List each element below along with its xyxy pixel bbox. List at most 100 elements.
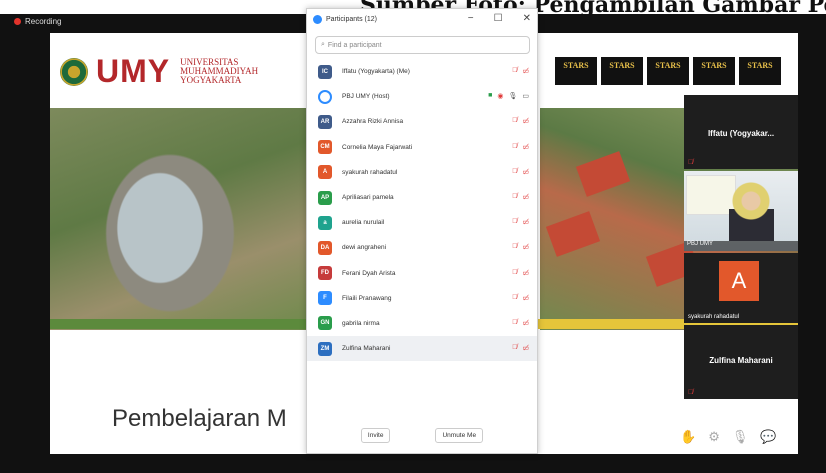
avatar: AP [318, 190, 332, 205]
video-off-icon: ▭̸ [522, 118, 529, 126]
video-off-icon: ▭̸ [522, 345, 529, 353]
star-badge: STARS [555, 57, 597, 85]
camera-feed [684, 171, 798, 251]
avatar [318, 89, 332, 104]
mic-muted-icon: 🎙̸ [512, 243, 518, 251]
video-tile-host[interactable]: PBJ UMY [684, 171, 798, 251]
video-tile-participant[interactable]: A syakurah rahadatul [684, 253, 798, 323]
avatar: IC [318, 64, 332, 79]
participant-row[interactable]: CM Cornelia Maya Fajarwati 🎙̸ ▭̸ [307, 135, 537, 160]
video-off-icon: ▭̸ [522, 219, 529, 227]
minimize-button[interactable]: − [468, 13, 474, 24]
avatar: A [719, 261, 759, 301]
video-off-icon: ▭̸ [522, 269, 529, 277]
panel-title: Participants (12) [313, 15, 377, 24]
video-off-icon: ▭̸ [522, 68, 529, 75]
seal-icon [60, 57, 88, 86]
participant-status: 🎙̸ ▭̸ [512, 243, 529, 251]
participants-panel: Participants (12) − ☐ ✕ ⌕ Find a partici… [306, 8, 538, 454]
video-off-icon: ▭̸ [522, 319, 529, 327]
gear-icon[interactable]: ⚙ [708, 429, 720, 445]
participant-name: Iffatu (Yogyakarta) (Me) [342, 68, 410, 76]
participant-row[interactable]: a aurelia nurulail 🎙̸ ▭̸ [307, 210, 537, 235]
maximize-button[interactable]: ☐ [494, 13, 503, 24]
participant-name: aurelia nurulail [342, 219, 385, 227]
participant-row[interactable]: GN gabrila nirma 🎙̸ ▭̸ [307, 311, 537, 336]
avatar: FD [318, 266, 332, 281]
star-badge: STARS [739, 57, 781, 85]
video-off-icon: ▭̸ [522, 244, 529, 252]
star-badge: STARS [601, 57, 643, 85]
presenter-figure [729, 181, 774, 241]
participant-row[interactable]: AP Apriliasari pamela 🎙̸ ▭̸ [307, 185, 537, 210]
participant-status: 🎙̸ ▭̸ [512, 193, 529, 201]
mic-muted-icon: 🎙̸ [688, 159, 694, 166]
share-icon: ■ [488, 92, 493, 100]
participant-name: Apriliasari pamela [342, 194, 394, 202]
mic-muted-icon: 🎙̸ [512, 142, 518, 150]
search-input[interactable]: ⌕ Find a participant [315, 36, 530, 54]
participant-name: Zulfina Maharani [342, 345, 391, 353]
participant-name: PBJ UMY (Host) [342, 93, 390, 101]
invite-button[interactable]: Invite [360, 428, 391, 443]
roof-shape [575, 151, 631, 197]
recording-label: Recording [25, 17, 62, 26]
avatar: CM [318, 140, 332, 155]
mic-muted-icon: 🎙̸ [512, 344, 518, 352]
tile-name: Iffatu (Yogyakar... [707, 129, 775, 138]
participant-status: 🎙̸ ▭̸ [512, 218, 529, 226]
video-tile-participant[interactable]: Zulfina Maharani 🎙̸ [684, 325, 798, 399]
participant-status: 🎙̸ ▭̸ [512, 294, 529, 302]
participant-row[interactable]: Asyakurah rahadatul 🎙̸ ▭̸ [307, 160, 537, 185]
participant-status: 🎙̸ ▭̸ [512, 143, 529, 151]
participant-status: 🎙̸ ▭̸ [512, 168, 529, 176]
avatar: F [318, 291, 332, 306]
close-button[interactable]: ✕ [523, 13, 531, 24]
participant-status: 🎙̸ ▭̸ [512, 319, 529, 327]
star-badges: STARS STARS STARS STARS STARS [555, 57, 781, 85]
video-off-icon: ▭̸ [522, 193, 529, 201]
participant-row[interactable]: AR Azzahra Rizki Annisa 🎙̸ ▭̸ [307, 109, 537, 134]
avatar: ZM [318, 341, 332, 356]
avatar: a [318, 215, 332, 230]
mic-muted-icon: 🎙̸ [512, 167, 518, 175]
video-tile-self[interactable]: Iffatu (Yogyakar... 🎙̸ [684, 95, 798, 169]
mic-muted-icon: 🎙̸ [512, 67, 518, 74]
avatar: A [318, 165, 332, 180]
participant-row[interactable]: F Filaili Pranawang 🎙̸ ▭̸ [307, 286, 537, 311]
mic-muted-icon: 🎙̸ [512, 293, 518, 301]
avatar: GN [318, 316, 332, 331]
mic-muted-icon: 🎙̸ [512, 268, 518, 276]
mic-muted-icon: 🎙̸ [512, 218, 518, 226]
mic-icon: 🎙 [508, 93, 518, 101]
chat-icon[interactable]: 💬 [760, 429, 776, 445]
panel-footer: Invite Unmute Me [307, 428, 537, 443]
hand-icon[interactable]: ✋ [680, 429, 696, 445]
mic-muted-icon: 🎙̸ [512, 192, 518, 200]
video-off-icon: ▭̸ [522, 168, 529, 176]
participant-name: dewi angraheni [342, 244, 387, 252]
tile-name: syakurah rahadatul [688, 314, 740, 320]
participant-list: IC Iffatu (Yogyakarta) (Me) 🎙̸ ▭̸ PBJ UMY (H… [307, 59, 537, 362]
video-tiles: Iffatu (Yogyakar... 🎙̸ PBJ UMY A syakura… [684, 95, 798, 401]
participant-row[interactable]: IC Iffatu (Yogyakarta) (Me) 🎙̸ ▭̸ [307, 59, 537, 84]
university-logo: UMY UNIVERSITAS MUHAMMADIYAH YOGYAKARTA [60, 53, 258, 90]
university-name: UNIVERSITAS MUHAMMADIYAH YOGYAKARTA [180, 57, 259, 85]
participant-row[interactable]: ZM Zulfina Maharani 🎙̸ ▭̸ [307, 336, 537, 362]
participant-name: Ferani Dyah Arista [342, 269, 396, 277]
slide-title: Pembelajaran M [112, 405, 287, 432]
zoom-icon [313, 15, 322, 24]
campus-photo-left [50, 108, 308, 330]
video-off-icon: ▭̸ [522, 294, 529, 302]
participant-status: 🎙̸ ▭̸ [512, 67, 529, 75]
unmute-button[interactable]: Unmute Me [435, 428, 484, 443]
participant-row[interactable]: FD Ferani Dyah Arista 🎙̸ ▭̸ [307, 261, 537, 286]
participant-name: syakurah rahadatul [342, 168, 398, 176]
avatar: AR [318, 114, 332, 129]
participant-row[interactable]: PBJ UMY (Host) ■ ◉ 🎙 ▭ [307, 84, 537, 109]
mic-icon[interactable]: 🎙 [732, 429, 749, 445]
window-controls: − ☐ ✕ [468, 13, 531, 24]
participant-row[interactable]: DA dewi angraheni 🎙̸ ▭̸ [307, 235, 537, 260]
participant-name: gabrila nirma [342, 319, 380, 327]
recording-indicator[interactable]: Recording [14, 17, 61, 26]
